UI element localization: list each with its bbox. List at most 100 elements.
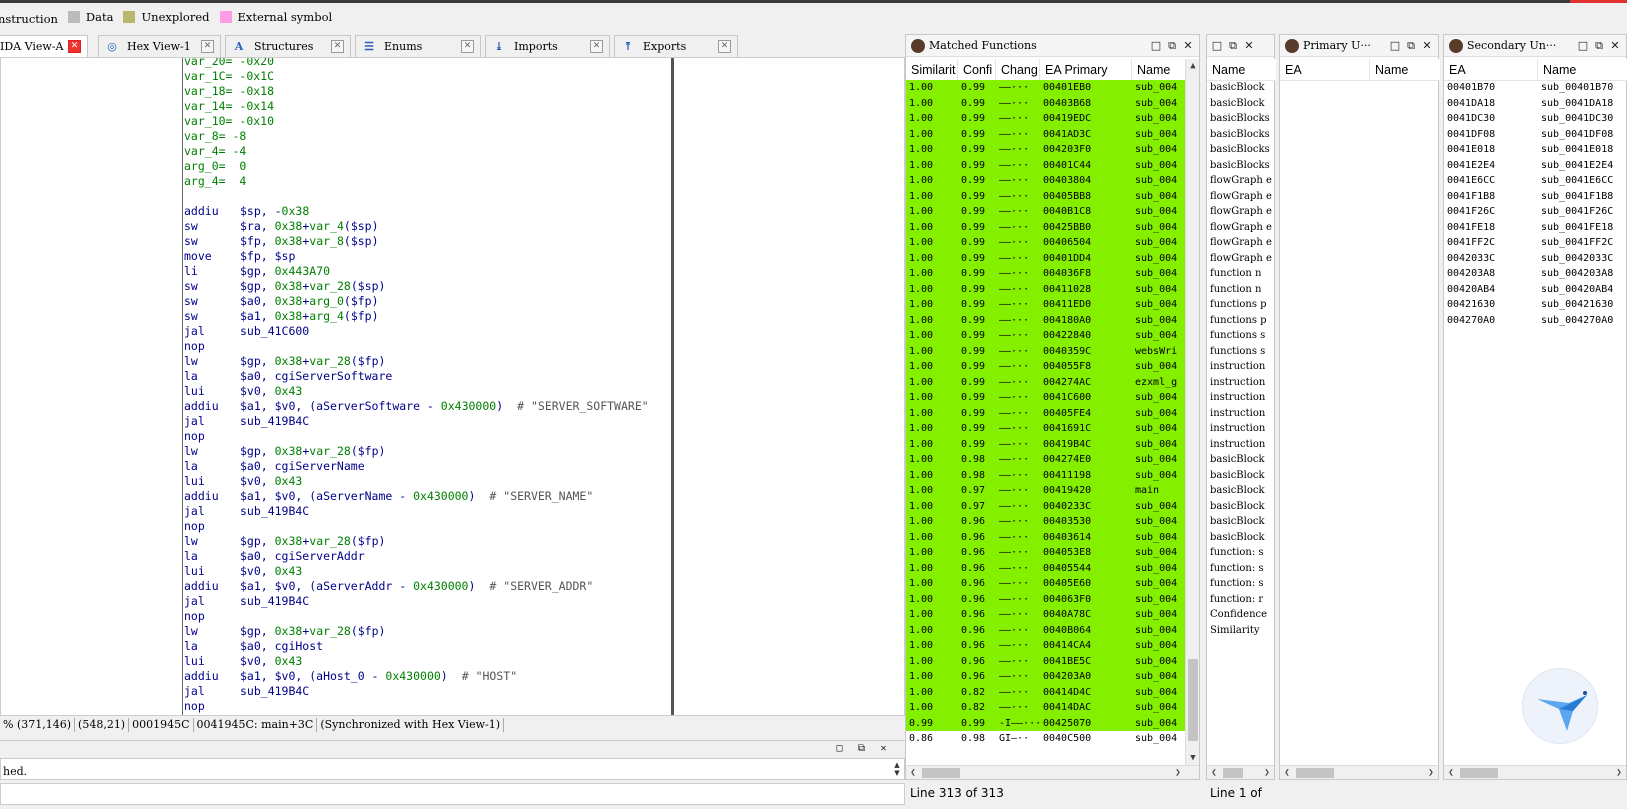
stack-variable-line[interactable]: var_14= -0x14 xyxy=(184,99,669,114)
tab-close-icon[interactable]: ✕ xyxy=(331,40,344,53)
stack-variable-line[interactable]: arg_4= 4 xyxy=(184,174,669,189)
statistic-row[interactable]: basicBlocks xyxy=(1207,127,1276,143)
matched-function-row[interactable]: 1.00 0.99 ——··· 004036F8 sub_004 xyxy=(906,266,1186,282)
command-input[interactable] xyxy=(0,783,905,805)
scroll-thumb[interactable] xyxy=(1188,659,1198,741)
tab-close-icon[interactable]: ✕ xyxy=(718,40,731,53)
matched-function-row[interactable]: 1.00 0.99 ——··· 00405FE4 sub_004 xyxy=(906,405,1186,421)
scroll-thumb[interactable] xyxy=(1296,768,1334,778)
scroll-left-icon[interactable]: ❮ xyxy=(1444,766,1458,780)
matched-function-row[interactable]: 1.00 0.99 ——··· 004055F8 sub_004 xyxy=(906,359,1186,375)
stack-variable-line[interactable]: var_4= -4 xyxy=(184,144,669,159)
scroll-thumb[interactable] xyxy=(922,768,960,778)
tab-close-icon[interactable]: ✕ xyxy=(201,40,214,53)
instruction-line[interactable]: addiu $a1, $v0, (aServerSoftware - 0x4300… xyxy=(184,399,669,414)
statistic-row[interactable]: function: r xyxy=(1207,592,1276,608)
statistic-row[interactable]: basicBlocks xyxy=(1207,158,1276,174)
matched-function-row[interactable]: 1.00 0.99 ——··· 00422840 sub_004 xyxy=(906,328,1186,344)
stack-variable-line[interactable]: var_10= -0x10 xyxy=(184,114,669,129)
unmatched-function-row[interactable]: 0041DA18 sub_0041DA18 xyxy=(1444,96,1627,112)
primary-unmatched-titlebar[interactable]: Primary U··· □ ⧉ ✕ xyxy=(1280,35,1438,57)
instruction-line[interactable]: la $a0, cgiServerAddr xyxy=(184,549,669,564)
close-icon[interactable]: ✕ xyxy=(1180,39,1196,52)
matched-function-row[interactable]: 1.00 0.99 ——··· 00403B68 sub_004 xyxy=(906,95,1186,111)
matched-function-row[interactable]: 1.00 0.96 ——··· 004063F0 sub_004 xyxy=(906,591,1186,607)
instruction-line[interactable]: jal sub_419B4C xyxy=(184,684,669,699)
matched-function-row[interactable]: 1.00 0.99 ——··· 00425BB0 sub_004 xyxy=(906,219,1186,235)
unmatched-function-row[interactable]: 0041FE18 sub_0041FE18 xyxy=(1444,220,1627,236)
instruction-line[interactable]: lw $gp, 0x38+var_28($fp) xyxy=(184,534,669,549)
unmatched-function-row[interactable]: 0041DF08 sub_0041DF08 xyxy=(1444,127,1627,143)
statistic-row[interactable]: basicBlock xyxy=(1207,80,1276,96)
stack-variable-line[interactable]: var_1C= -0x1C xyxy=(184,69,669,84)
disassembly-view[interactable]: var_20= -0x20 var_1C= -0x1C var_18= -0x18 v… xyxy=(0,57,905,716)
instruction-line[interactable]: jal sub_41C600 xyxy=(184,324,669,339)
instruction-line[interactable]: addiu $a1, $v0, (aServerAddr - 0x430000) #… xyxy=(184,579,669,594)
column-header-ea-primary[interactable]: EA Primary xyxy=(1040,59,1132,80)
matched-function-row[interactable]: 0.86 0.98 GI—·· 0040C500 sub_004 xyxy=(906,731,1186,747)
output-scrollbar[interactable]: ▲ ▼ xyxy=(892,761,902,779)
unmatched-function-row[interactable]: 0041FF2C sub_0041FF2C xyxy=(1444,235,1627,251)
statistic-row[interactable]: basicBlock xyxy=(1207,483,1276,499)
restore-icon[interactable]: ⧉ xyxy=(1403,39,1419,53)
instruction-line[interactable]: nop xyxy=(184,339,669,354)
matched-function-row[interactable]: 1.00 0.99 ——··· 00401C44 sub_004 xyxy=(906,157,1186,173)
statistic-row[interactable]: function: s xyxy=(1207,561,1276,577)
matched-function-row[interactable]: 1.00 0.99 ——··· 00401DD4 sub_004 xyxy=(906,250,1186,266)
column-header-name[interactable]: Name xyxy=(1370,59,1440,80)
disassembly-listing[interactable]: var_20= -0x20 var_1C= -0x1C var_18= -0x18 v… xyxy=(184,58,669,714)
instruction-line[interactable]: nop xyxy=(184,519,669,534)
matched-function-row[interactable]: 1.00 0.99 ——··· 0040359C websWri xyxy=(906,343,1186,359)
instruction-line[interactable]: lui $v0, 0x43 xyxy=(184,474,669,489)
minimize-icon[interactable]: □ xyxy=(1209,39,1225,52)
matched-function-row[interactable]: 1.00 0.99 ——··· 00411ED0 sub_004 xyxy=(906,297,1186,313)
close-icon[interactable]: ✕ xyxy=(1241,39,1257,52)
instruction-line[interactable]: lw $gp, 0x38+var_28($fp) xyxy=(184,354,669,369)
tab-enums[interactable]: ☰ Enums ✕ xyxy=(355,35,481,57)
instruction-line[interactable]: move $fp, $sp xyxy=(184,249,669,264)
matched-function-row[interactable]: 1.00 0.96 ——··· 00405544 sub_004 xyxy=(906,560,1186,576)
statistic-row[interactable]: functions s xyxy=(1207,344,1276,360)
instruction-line[interactable]: nop xyxy=(184,429,669,444)
matched-function-row[interactable]: 1.00 0.99 ——··· 0041C600 sub_004 xyxy=(906,390,1186,406)
tab-close-icon[interactable]: ✕ xyxy=(590,40,603,53)
matched-function-row[interactable]: 1.00 0.82 ——··· 00414D4C sub_004 xyxy=(906,684,1186,700)
unmatched-function-row[interactable]: 004270A0 sub_004270A0 xyxy=(1444,313,1627,329)
minimize-icon[interactable]: □ xyxy=(1387,39,1403,52)
statistic-row[interactable]: flowGraph e xyxy=(1207,220,1276,236)
matched-function-row[interactable]: 0.99 0.99 -I——··· 00425070 sub_004 xyxy=(906,715,1186,731)
assistant-bird-icon[interactable] xyxy=(1522,668,1598,744)
close-icon[interactable]: ✕ xyxy=(1607,39,1623,52)
column-header-chang[interactable]: Chang xyxy=(996,59,1040,80)
statistic-row[interactable]: functions s xyxy=(1207,328,1276,344)
matched-vertical-scrollbar[interactable]: ▲ ▼ xyxy=(1185,59,1199,765)
instruction-line[interactable]: lui $v0, 0x43 xyxy=(184,384,669,399)
scroll-right-icon[interactable]: ❯ xyxy=(1424,766,1438,780)
instruction-line[interactable]: lw $gp, 0x38+var_28($fp) xyxy=(184,444,669,459)
matched-function-row[interactable]: 1.00 0.97 ——··· 00419420 main xyxy=(906,483,1186,499)
matched-function-row[interactable]: 1.00 0.99 ——··· 004274AC ezxml_g xyxy=(906,374,1186,390)
unmatched-function-row[interactable]: 0041E6CC sub_0041E6CC xyxy=(1444,173,1627,189)
instruction-line[interactable]: lw $gp, 0x38+var_28($fp) xyxy=(184,624,669,639)
statistic-row[interactable]: flowGraph e xyxy=(1207,173,1276,189)
navigation-band[interactable] xyxy=(0,0,1627,3)
statistic-row[interactable]: basicBlock xyxy=(1207,452,1276,468)
statistic-row[interactable]: basicBlock xyxy=(1207,499,1276,515)
stack-variable-line[interactable]: arg_0= 0 xyxy=(184,159,669,174)
statistic-row[interactable]: basicBlocks xyxy=(1207,142,1276,158)
instruction-line[interactable]: nop xyxy=(184,609,669,624)
matched-horizontal-scrollbar[interactable]: ❮ ❯ xyxy=(906,765,1199,779)
matched-function-row[interactable]: 1.00 0.98 ——··· 004274E0 sub_004 xyxy=(906,452,1186,468)
scroll-up-icon[interactable]: ▲ xyxy=(1186,59,1200,73)
tab-close-icon[interactable]: ✕ xyxy=(68,40,81,53)
matched-function-row[interactable]: 1.00 0.96 ——··· 00403614 sub_004 xyxy=(906,529,1186,545)
scroll-left-icon[interactable]: ❮ xyxy=(1280,766,1294,780)
scroll-right-icon[interactable]: ❯ xyxy=(1612,766,1626,780)
restore-icon[interactable]: ⧉ xyxy=(1591,39,1607,53)
matched-functions-titlebar[interactable]: Matched Functions □ ⧉ ✕ xyxy=(906,35,1199,57)
matched-function-row[interactable]: 1.00 0.82 ——··· 00414DAC sub_004 xyxy=(906,700,1186,716)
scroll-thumb[interactable] xyxy=(1460,768,1498,778)
matched-function-row[interactable]: 1.00 0.99 ——··· 0040B1C8 sub_004 xyxy=(906,204,1186,220)
matched-function-row[interactable]: 1.00 0.96 ——··· 00414CA4 sub_004 xyxy=(906,638,1186,654)
column-header-name[interactable]: Name xyxy=(1538,59,1627,80)
